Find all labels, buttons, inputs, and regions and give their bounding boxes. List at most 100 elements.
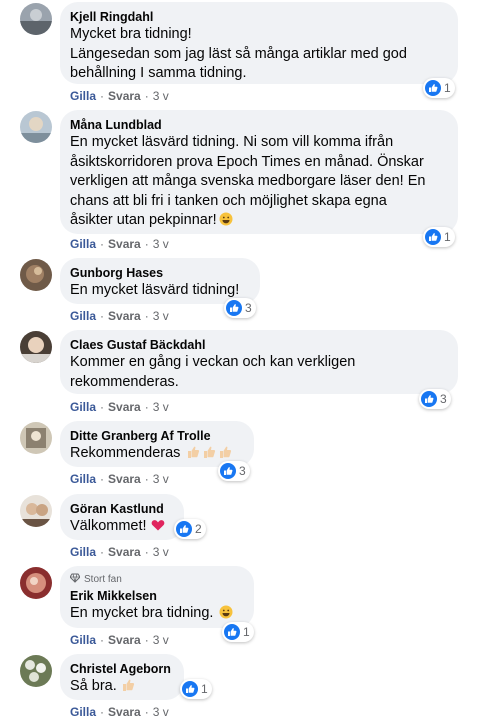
- timestamp[interactable]: 3 v: [153, 309, 169, 323]
- timestamp[interactable]: 3 v: [153, 89, 169, 103]
- comment-text: En mycket läsvärd tidning. Ni som vill k…: [70, 133, 446, 231]
- separator: ·: [144, 309, 149, 323]
- top-fan-badge[interactable]: Stort fan: [69, 573, 242, 586]
- comment-bubble: Gunborg Hases En mycket läsvärd tidning!: [60, 258, 260, 304]
- comment-line: Kommer en gång i veckan och kan verklige…: [70, 354, 356, 370]
- reply-button[interactable]: Svara: [108, 89, 141, 103]
- timestamp[interactable]: 3 v: [153, 237, 169, 251]
- comment-actions: Gilla · Svara · 3 v: [70, 89, 169, 103]
- comment-actions: Gilla · Svara · 3 v: [70, 545, 169, 559]
- comment-line-text: åsikter utan pekpinnar!: [70, 212, 217, 228]
- comment-line: Så bra.: [70, 677, 172, 697]
- comment-text: En mycket bra tidning.: [70, 604, 242, 624]
- separator: ·: [144, 705, 149, 719]
- reaction-number: 3: [440, 392, 447, 406]
- avatar[interactable]: [20, 331, 52, 363]
- avatar[interactable]: [20, 259, 52, 291]
- comment-bubble: Ditte Granberg Af Trolle Rekommenderas: [60, 421, 254, 467]
- comment-line-text: Så bra.: [70, 678, 117, 694]
- comment-author[interactable]: Ditte Granberg Af Trolle: [70, 428, 242, 444]
- comment-author[interactable]: Erik Mikkelsen: [70, 588, 242, 604]
- avatar[interactable]: [20, 111, 52, 143]
- separator: ·: [144, 237, 149, 251]
- comment-bubble: Kjell Ringdahl Mycket bra tidning! Länge…: [60, 2, 458, 84]
- comment-text: En mycket läsvärd tidning!: [70, 281, 248, 301]
- like-button[interactable]: Gilla: [70, 237, 96, 251]
- avatar[interactable]: [20, 655, 52, 687]
- reaction-number: 1: [444, 230, 451, 244]
- reply-button[interactable]: Svara: [108, 237, 141, 251]
- like-reaction-icon: [421, 391, 437, 407]
- separator: ·: [144, 545, 149, 559]
- reply-button[interactable]: Svara: [108, 705, 141, 719]
- thumbs-up-emoji-icon: [218, 445, 232, 459]
- reaction-count[interactable]: 3: [224, 298, 256, 318]
- comment-author[interactable]: Gunborg Hases: [70, 265, 248, 281]
- like-button[interactable]: Gilla: [70, 89, 96, 103]
- comment-line: rekommenderas.: [70, 373, 179, 390]
- like-reaction-icon: [220, 463, 236, 479]
- comment-text: Välkommet!: [70, 517, 172, 537]
- comment-line: En mycket läsvärd tidning!: [70, 282, 240, 298]
- reaction-count[interactable]: 1: [180, 679, 212, 699]
- reaction-count[interactable]: 3: [419, 389, 451, 409]
- comment-bubble: Göran Kastlund Välkommet!: [60, 494, 184, 540]
- reaction-count[interactable]: 1: [222, 622, 254, 642]
- comment-line: Mycket bra tidning!: [70, 26, 192, 42]
- timestamp[interactable]: 3 v: [153, 705, 169, 719]
- separator: ·: [100, 545, 105, 559]
- comment-line-text: Välkommet!: [70, 518, 147, 534]
- comment-bubble: Stort fan Erik Mikkelsen En mycket bra t…: [60, 566, 254, 628]
- like-reaction-icon: [176, 521, 192, 537]
- separator: ·: [100, 237, 105, 251]
- comment-author[interactable]: Kjell Ringdahl: [70, 9, 446, 25]
- like-button[interactable]: Gilla: [70, 309, 96, 323]
- separator: ·: [100, 309, 105, 323]
- comment-author[interactable]: Måna Lundblad: [70, 117, 446, 133]
- reply-button[interactable]: Svara: [108, 472, 141, 486]
- timestamp[interactable]: 3 v: [153, 472, 169, 486]
- separator: ·: [100, 400, 105, 414]
- timestamp[interactable]: 3 v: [153, 545, 169, 559]
- reply-button[interactable]: Svara: [108, 633, 141, 647]
- reply-button[interactable]: Svara: [108, 400, 141, 414]
- comment-author[interactable]: Christel Ageborn: [70, 661, 172, 677]
- timestamp[interactable]: 3 v: [153, 633, 169, 647]
- comment-line: Rekommenderas: [70, 444, 242, 464]
- comment-line: Längesedan som jag läst så många artikla…: [70, 45, 407, 62]
- comment-line: verkligen att många svenska medborgare l…: [70, 173, 426, 189]
- comment-line: chans att bli fri i tanken och möjlighet…: [70, 192, 387, 209]
- like-button[interactable]: Gilla: [70, 705, 96, 719]
- avatar[interactable]: [20, 3, 52, 35]
- comment-bubble: Christel Ageborn Så bra.: [60, 654, 184, 700]
- like-button[interactable]: Gilla: [70, 472, 96, 486]
- like-button[interactable]: Gilla: [70, 633, 96, 647]
- reply-button[interactable]: Svara: [108, 545, 141, 559]
- separator: ·: [100, 472, 105, 486]
- reaction-number: 1: [444, 81, 451, 95]
- separator: ·: [100, 633, 105, 647]
- comment-author[interactable]: Claes Gustaf Bäckdahl: [70, 337, 446, 353]
- thumbs-up-emoji-icon: [202, 445, 216, 459]
- reaction-count[interactable]: 2: [174, 519, 206, 539]
- comment-author[interactable]: Göran Kastlund: [70, 501, 172, 517]
- reaction-number: 3: [239, 464, 246, 478]
- comment-bubble: Måna Lundblad En mycket läsvärd tidning.…: [60, 110, 458, 234]
- like-button[interactable]: Gilla: [70, 545, 96, 559]
- avatar[interactable]: [20, 495, 52, 527]
- reaction-count[interactable]: 1: [423, 227, 455, 247]
- comment-actions: Gilla · Svara · 3 v: [70, 309, 169, 323]
- like-button[interactable]: Gilla: [70, 400, 96, 414]
- timestamp[interactable]: 3 v: [153, 400, 169, 414]
- like-reaction-icon: [425, 229, 441, 245]
- reaction-count[interactable]: 3: [218, 461, 250, 481]
- reply-button[interactable]: Svara: [108, 309, 141, 323]
- comment-line-text: En mycket bra tidning.: [70, 605, 214, 621]
- comment-line-text: Rekommenderas: [70, 445, 181, 461]
- comment-line: åsiktskorridoren prova Epoch Times en må…: [70, 153, 424, 170]
- avatar[interactable]: [20, 567, 52, 599]
- like-reaction-icon: [226, 300, 242, 316]
- reaction-count[interactable]: 1: [423, 78, 455, 98]
- avatar[interactable]: [20, 422, 52, 454]
- like-reaction-icon: [425, 80, 441, 96]
